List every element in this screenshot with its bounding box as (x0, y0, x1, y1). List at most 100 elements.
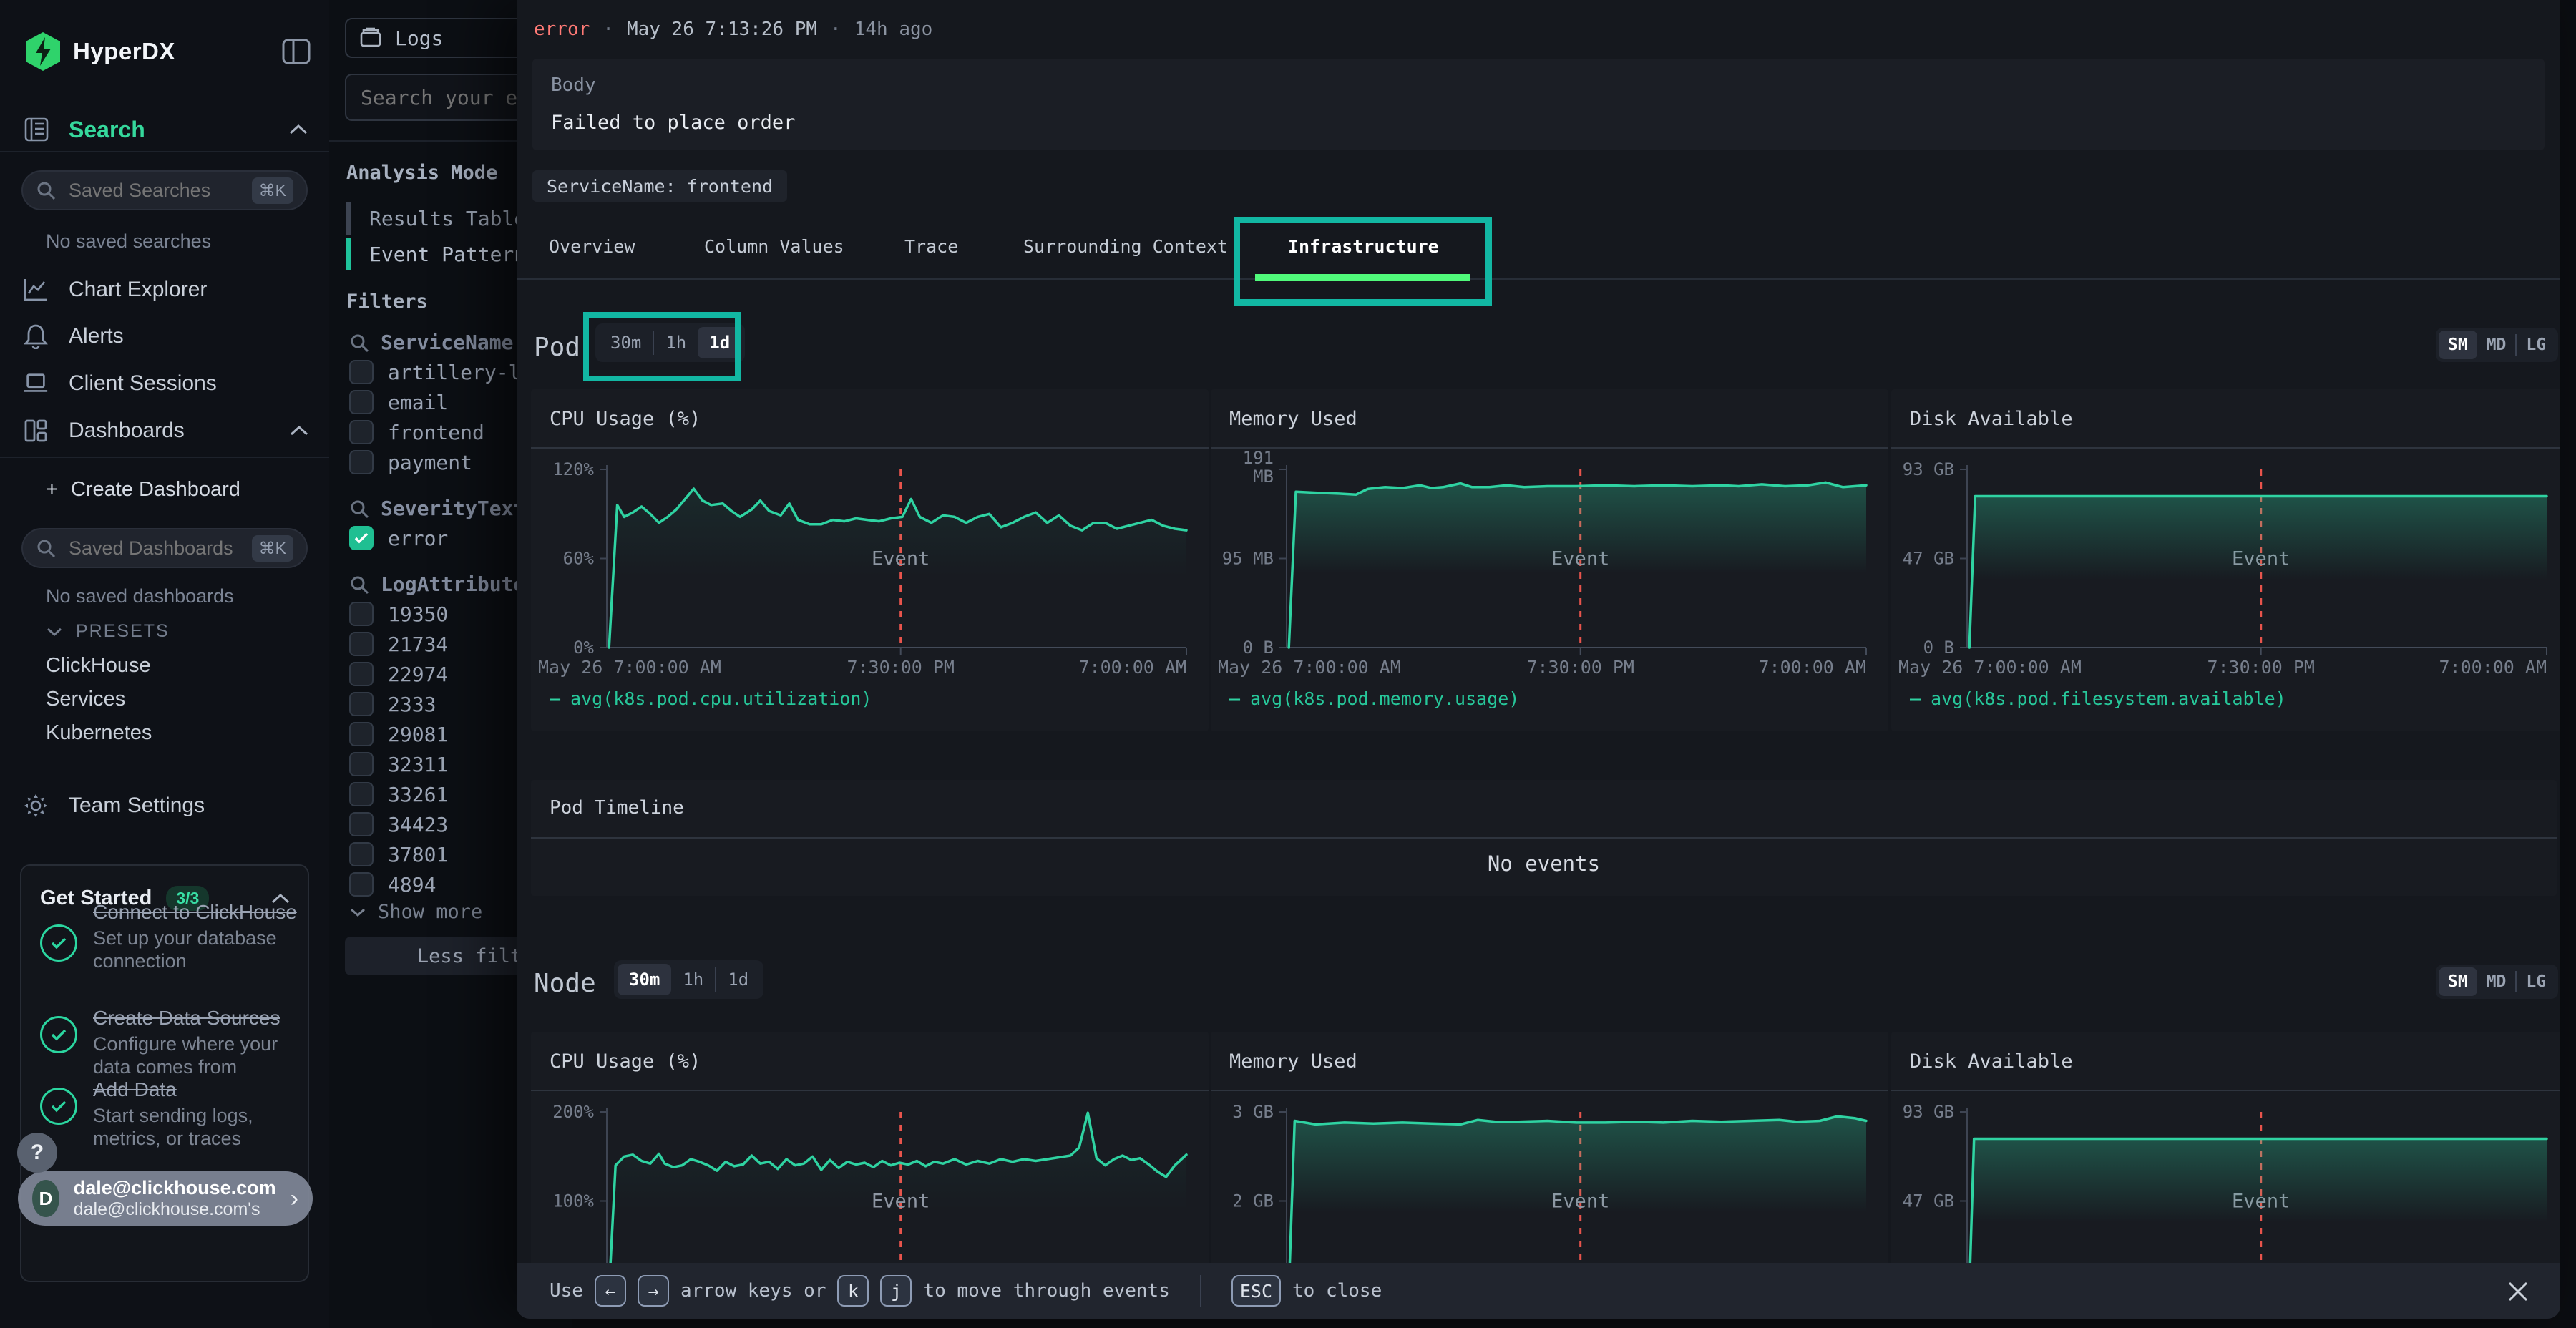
sidebar-item-kubernetes[interactable]: Kubernetes (46, 721, 152, 745)
saved-searches-input[interactable]: ⌘K (21, 170, 308, 210)
get-started-step-connect[interactable]: Connect to ClickHouse Set up your databa… (40, 900, 298, 973)
active-tab-underline (1255, 274, 1470, 281)
filter-option[interactable]: 37801 (349, 842, 448, 866)
checkbox-icon[interactable] (349, 602, 374, 626)
checkbox-icon[interactable] (349, 722, 374, 746)
checkbox-icon[interactable] (349, 812, 374, 836)
svg-text:47 GB: 47 GB (1903, 1191, 1954, 1211)
no-saved-dashboards: No saved dashboards (46, 585, 234, 607)
get-started-step-sources[interactable]: Create Data Sources Configure where your… (40, 1006, 298, 1079)
pod-size-md[interactable]: MD (2477, 331, 2516, 359)
sidebar-item-search[interactable]: Search (23, 116, 309, 143)
filter-option[interactable]: 2333 (349, 692, 436, 716)
filter-option-error[interactable]: error (349, 526, 448, 550)
saved-searches-field[interactable] (67, 179, 235, 202)
tab-column-values[interactable]: Column Values (704, 236, 844, 257)
search-icon[interactable] (349, 575, 369, 595)
divider (0, 456, 329, 458)
filter-value: payment (388, 451, 472, 474)
search-icon[interactable] (349, 499, 369, 519)
close-icon[interactable] (2504, 1278, 2532, 1305)
node-range-30m[interactable]: 30m (618, 964, 671, 995)
user-menu[interactable]: D dale@clickhouse.com dale@clickhouse.co… (18, 1171, 313, 1226)
filter-option[interactable]: 21734 (349, 632, 448, 656)
pod-range-1h[interactable]: 1h (654, 327, 698, 358)
mode-label: Results Table (369, 207, 526, 230)
svg-text:3 GB: 3 GB (1232, 1102, 1274, 1122)
check-circle-icon (40, 924, 77, 962)
checkbox-icon[interactable] (349, 420, 374, 444)
node-size-sm[interactable]: SM (2439, 967, 2477, 996)
node-size-selector: SM MD LG (2436, 965, 2558, 999)
pod-size-sm[interactable]: SM (2439, 331, 2477, 359)
checkbox-icon[interactable] (349, 842, 374, 866)
node-size-md[interactable]: MD (2477, 967, 2516, 996)
svg-text:60%: 60% (563, 549, 595, 569)
checkbox-icon[interactable] (349, 782, 374, 806)
checkbox-icon[interactable] (349, 692, 374, 716)
filter-option[interactable]: email (349, 390, 448, 414)
saved-dashboards-field[interactable] (67, 537, 235, 560)
node-range-1d[interactable]: 1d (716, 964, 760, 995)
filter-option[interactable]: 34423 (349, 812, 448, 836)
svg-text:100%: 100% (552, 1191, 594, 1211)
filter-option[interactable]: payment (349, 450, 472, 474)
filter-value: 21734 (388, 633, 448, 656)
show-more-button[interactable]: Show more (349, 901, 482, 923)
sidebar-item-chart-explorer[interactable]: Chart Explorer (23, 278, 309, 302)
help-button[interactable]: ? (17, 1133, 57, 1173)
checkbox-icon[interactable] (349, 662, 374, 686)
filter-option[interactable]: 22974 (349, 662, 448, 686)
no-events-text: No events (531, 851, 2557, 876)
node-size-lg[interactable]: LG (2517, 967, 2555, 996)
checkbox-checked-icon[interactable] (349, 526, 374, 550)
sidebar-item-clickhouse[interactable]: ClickHouse (46, 654, 151, 678)
filter-option[interactable]: 19350 (349, 602, 448, 626)
shortcut-badge: ⌘K (252, 177, 293, 204)
sidebar-item-services[interactable]: Services (46, 688, 125, 711)
service-name-tag[interactable]: ServiceName: frontend (532, 170, 787, 202)
chart-line-icon (23, 278, 49, 302)
filter-option[interactable]: 29081 (349, 722, 448, 746)
create-dashboard-button[interactable]: + Create Dashboard (46, 478, 240, 502)
search-journal-icon (23, 116, 50, 143)
sidebar-item-dashboards[interactable]: Dashboards (23, 419, 309, 443)
sidebar-item-alerts[interactable]: Alerts (23, 323, 309, 349)
node-range-1h[interactable]: 1h (671, 964, 715, 995)
pod-memory-chart: 191MB95 MB0 BEventMay 26 7:00:00 AM7:30:… (1211, 389, 1888, 731)
pod-range-1d[interactable]: 1d (698, 327, 741, 358)
analysis-mode-label: Analysis Mode (346, 162, 497, 184)
chart-card-pod-cpu: CPU Usage (%) 120%60%0%EventMay 26 7:00:… (531, 389, 1209, 731)
checkbox-icon[interactable] (349, 632, 374, 656)
tab-trace[interactable]: Trace (904, 236, 958, 257)
filter-option[interactable]: 4894 (349, 872, 436, 897)
checkbox-icon[interactable] (349, 390, 374, 414)
checkbox-icon[interactable] (349, 360, 374, 384)
filter-option[interactable]: 32311 (349, 752, 448, 776)
pod-size-lg[interactable]: LG (2517, 331, 2555, 359)
highlight-annotation-infrastructure-tab (1234, 217, 1492, 306)
sidebar-item-client-sessions[interactable]: Client Sessions (23, 371, 309, 396)
presets-toggle[interactable]: PRESETS (46, 621, 170, 642)
sidebar-item-team-settings[interactable]: Team Settings (23, 793, 309, 819)
checkbox-icon[interactable] (349, 752, 374, 776)
tab-surrounding-context[interactable]: Surrounding Context (1023, 236, 1228, 257)
filter-value: 29081 (388, 723, 448, 746)
svg-text:7:00:00 AM: 7:00:00 AM (2439, 657, 2547, 678)
collapse-sidebar-icon[interactable] (280, 36, 312, 67)
checkbox-icon[interactable] (349, 450, 374, 474)
tab-infrastructure[interactable]: Infrastructure (1288, 236, 1439, 257)
chevron-down-icon (46, 627, 63, 637)
chart-legend: —avg(k8s.pod.filesystem.available) (1910, 688, 2286, 709)
filter-option[interactable]: frontend (349, 420, 484, 444)
saved-dashboards-input[interactable]: ⌘K (21, 528, 308, 568)
search-icon[interactable] (349, 333, 369, 353)
pod-range-30m[interactable]: 30m (599, 327, 653, 358)
filter-option[interactable]: 33261 (349, 782, 448, 806)
filter-value: frontend (388, 421, 484, 444)
tab-overview[interactable]: Overview (549, 236, 635, 257)
get-started-step-add-data[interactable]: Add Data Start sending logs, metrics, or… (40, 1078, 298, 1151)
checkbox-icon[interactable] (349, 872, 374, 897)
logs-source-icon (359, 27, 382, 49)
keyboard-hints-bar: Use ← → arrow keys or k j to move throug… (517, 1263, 2560, 1319)
